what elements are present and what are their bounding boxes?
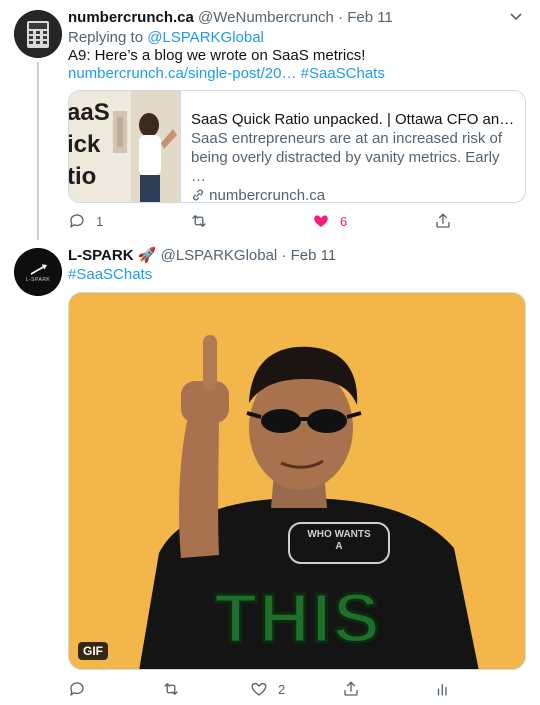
shirt-text-1: WHO bbox=[307, 529, 332, 540]
author-handle[interactable]: @LSPARKGlobal bbox=[161, 247, 278, 264]
author-name[interactable]: L-SPARK bbox=[68, 247, 134, 264]
retweet-icon bbox=[164, 683, 178, 695]
lspark-avatar-text: L-SPARK bbox=[25, 277, 51, 283]
tweet-text-main: A9: Here’s a blog we wrote on SaaS metri… bbox=[68, 47, 366, 64]
shirt-text-3: A bbox=[335, 541, 343, 552]
chevron-down-icon[interactable] bbox=[508, 8, 524, 27]
reply-button[interactable]: 1 bbox=[68, 211, 103, 231]
share-button[interactable] bbox=[434, 211, 452, 231]
card-image-text-line-1: aaS bbox=[69, 99, 110, 126]
reply-icon bbox=[70, 682, 84, 696]
analytics-icon bbox=[437, 683, 447, 696]
like-button[interactable]: 2 bbox=[250, 679, 285, 699]
analytics-button[interactable] bbox=[434, 679, 452, 699]
tweet-date[interactable]: Feb 11 bbox=[291, 247, 337, 264]
heart-filled-icon bbox=[314, 215, 328, 227]
card-thumbnail: aaS ick tio bbox=[69, 91, 181, 202]
link-preview-card[interactable]: aaS ick tio SaaS Quick Ratio unpacked. |… bbox=[68, 90, 526, 203]
separator-dot: · bbox=[281, 247, 287, 264]
tweet-header: numbercrunch.ca @WeNumbercrunch · Feb 11 bbox=[68, 9, 393, 27]
replying-to-line: Replying to @LSPARKGlobal bbox=[68, 29, 264, 47]
rocket-emoji: 🚀 bbox=[137, 247, 157, 264]
tweet-date[interactable]: Feb 11 bbox=[347, 9, 393, 26]
card-body: SaaS Quick Ratio unpacked. | Ottawa CFO … bbox=[191, 110, 515, 203]
shirt-text-2: WANTS bbox=[334, 529, 371, 540]
retweet-button[interactable] bbox=[190, 211, 218, 231]
hashtag-link[interactable]: #SaaSChats bbox=[301, 65, 385, 82]
tweet-text: A9: Here’s a blog we wrote on SaaS metri… bbox=[68, 47, 518, 83]
tweet-actions: 2 bbox=[68, 679, 468, 699]
card-title: SaaS Quick Ratio unpacked. | Ottawa CFO … bbox=[191, 111, 515, 128]
heart-icon bbox=[251, 682, 267, 696]
tweet-actions: 1 6 bbox=[68, 211, 468, 231]
tweet-text: #SaaSChats bbox=[68, 266, 518, 284]
numbercrunch-avatar[interactable] bbox=[14, 10, 62, 58]
share-button[interactable] bbox=[342, 679, 360, 699]
reply-button[interactable] bbox=[68, 679, 96, 699]
retweet-button[interactable] bbox=[162, 679, 190, 699]
replying-to-link[interactable]: @LSPARKGlobal bbox=[147, 29, 264, 46]
card-image-text-line-2: ick bbox=[69, 131, 101, 158]
calculator-icon bbox=[14, 10, 62, 58]
link-icon bbox=[191, 188, 205, 202]
reply-count: 1 bbox=[96, 213, 104, 229]
hashtag-link[interactable]: #SaaSChats bbox=[68, 266, 152, 283]
share-icon bbox=[344, 681, 358, 696]
lspark-logo-icon bbox=[14, 248, 62, 296]
retweet-icon bbox=[192, 215, 206, 227]
tweet-numbercrunch[interactable]: numbercrunch.ca @WeNumbercrunch · Feb 11… bbox=[0, 0, 540, 240]
gif-caption: THIS bbox=[213, 579, 382, 657]
share-icon bbox=[436, 213, 450, 228]
thread-connector-line bbox=[37, 62, 39, 240]
like-count: 6 bbox=[340, 213, 348, 229]
replying-to-prefix: Replying to bbox=[68, 29, 144, 46]
lspark-avatar[interactable]: L-SPARK bbox=[14, 248, 62, 296]
gif-badge: GIF bbox=[78, 642, 108, 660]
reply-icon bbox=[70, 214, 84, 228]
card-domain: numbercrunch.ca bbox=[191, 186, 515, 203]
like-count: 2 bbox=[278, 681, 286, 697]
tweet-url-link[interactable]: numbercrunch.ca/single-post/20… bbox=[68, 65, 296, 82]
card-domain-text: numbercrunch.ca bbox=[209, 187, 326, 203]
author-handle[interactable]: @WeNumbercrunch bbox=[198, 9, 334, 26]
gif-media[interactable]: WHO WANTS A THIS GIF bbox=[68, 292, 526, 670]
card-description: SaaS entrepreneurs are at an increased r… bbox=[191, 130, 503, 185]
author-name[interactable]: numbercrunch.ca bbox=[68, 9, 194, 26]
card-image-text: aaS ick tio bbox=[69, 97, 110, 193]
separator-dot: · bbox=[338, 9, 344, 26]
tweet-header: L-SPARK 🚀 @LSPARKGlobal · Feb 11 bbox=[68, 247, 336, 265]
like-button[interactable]: 6 bbox=[312, 211, 347, 231]
shirt-graphic-text: WHO WANTS A bbox=[291, 529, 387, 553]
card-image-text-line-3: tio bbox=[69, 163, 97, 190]
